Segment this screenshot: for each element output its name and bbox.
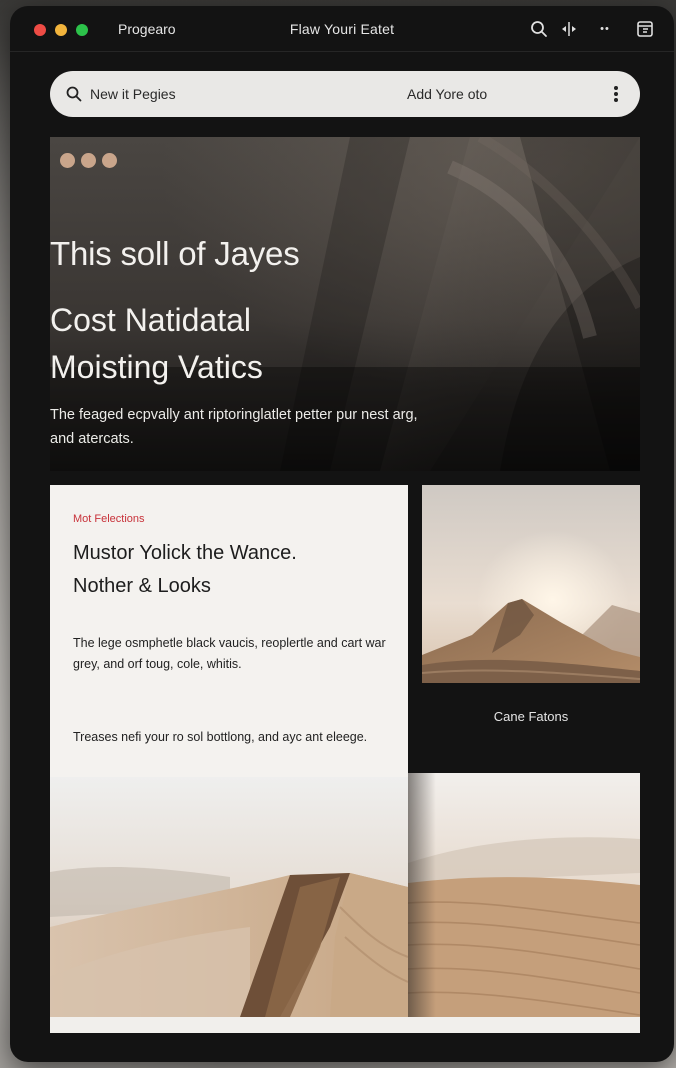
- hero-banner: This soll of Jayes Cost Natidatal Moisti…: [50, 137, 640, 471]
- search-input[interactable]: New it Pegies: [90, 86, 176, 102]
- more-icon[interactable]: ••: [594, 18, 616, 40]
- hero-description: The feaged ecpvally ant riptoringlatlet …: [50, 407, 418, 447]
- search-icon[interactable]: [528, 18, 550, 40]
- image-caption: Cane Fatons: [493, 709, 569, 724]
- card-footer-text: Treases nefi your ro sol bottlong, and a…: [73, 730, 368, 744]
- kebab-menu-icon[interactable]: [610, 84, 622, 104]
- hero-dot: [60, 153, 75, 168]
- hero-dot: [81, 153, 96, 168]
- split-view-icon[interactable]: [558, 18, 580, 40]
- hero-subtitle: Cost Natidatal Moisting Vatics: [50, 297, 450, 391]
- bottom-strip: [50, 1017, 640, 1033]
- hero-title: This soll of Jayes: [50, 235, 300, 272]
- search-icon: [66, 86, 82, 107]
- card-body: The lege osmphetle black vaucis, reopler…: [73, 636, 386, 671]
- title-bar: Progearo Flaw Youri Eatet ••: [10, 6, 674, 52]
- card-headline: Mustor Yolick the Wance. Nother & Looks: [73, 537, 393, 603]
- search-bar[interactable]: New it Pegies Add Yore oto: [50, 71, 640, 117]
- hero-dots: [60, 153, 123, 173]
- dune-ridge-image[interactable]: [50, 777, 408, 1017]
- hero-subtitle-line1: Cost Natidatal: [50, 302, 251, 338]
- sidebar-icon[interactable]: [634, 18, 656, 40]
- hero-subtitle-line2: Moisting Vatics: [50, 349, 263, 385]
- add-button[interactable]: Add Yore oto: [407, 86, 487, 102]
- card-kicker: Mot Felections: [73, 513, 145, 525]
- mountain-sunset-image[interactable]: [422, 485, 640, 683]
- app-window: Progearo Flaw Youri Eatet •• New it Pegi…: [10, 6, 674, 1062]
- sand-ripples-image[interactable]: [408, 773, 640, 1017]
- card-headline-line1: Mustor Yolick the Wance.: [73, 542, 297, 564]
- feature-card[interactable]: Mot Felections Mustor Yolick the Wance. …: [50, 485, 408, 777]
- card-headline-line2: Nother & Looks: [73, 575, 211, 597]
- hero-dot: [102, 153, 117, 168]
